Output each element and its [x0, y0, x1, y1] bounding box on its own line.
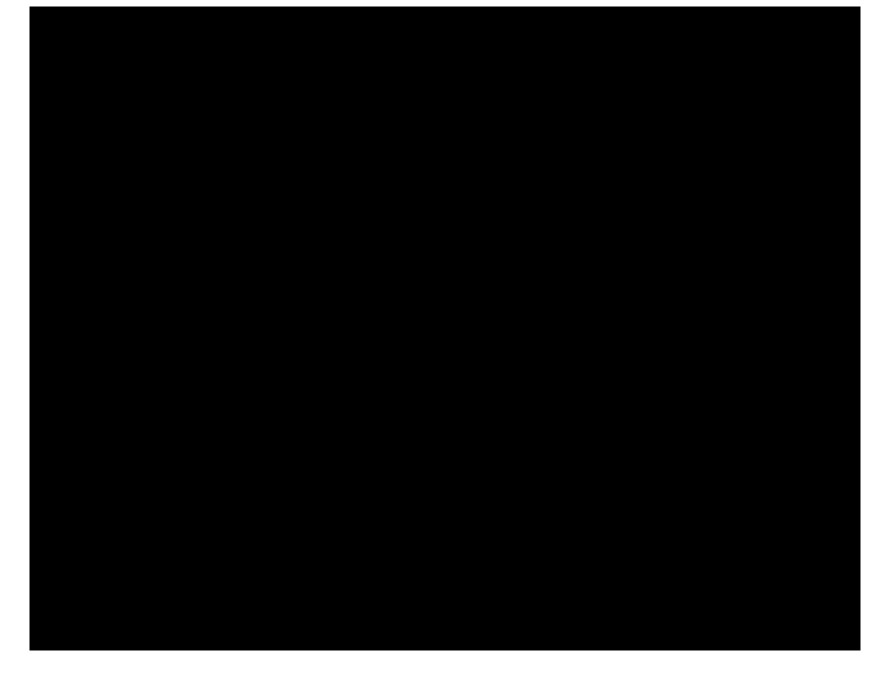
map-area [30, 7, 860, 650]
colorbar-strip [532, 608, 843, 621]
pixel-noise-overlay [30, 7, 860, 650]
temperature-colorbar [532, 608, 843, 621]
figure-window [0, 0, 880, 680]
sst-velocity-map [0, 0, 880, 680]
